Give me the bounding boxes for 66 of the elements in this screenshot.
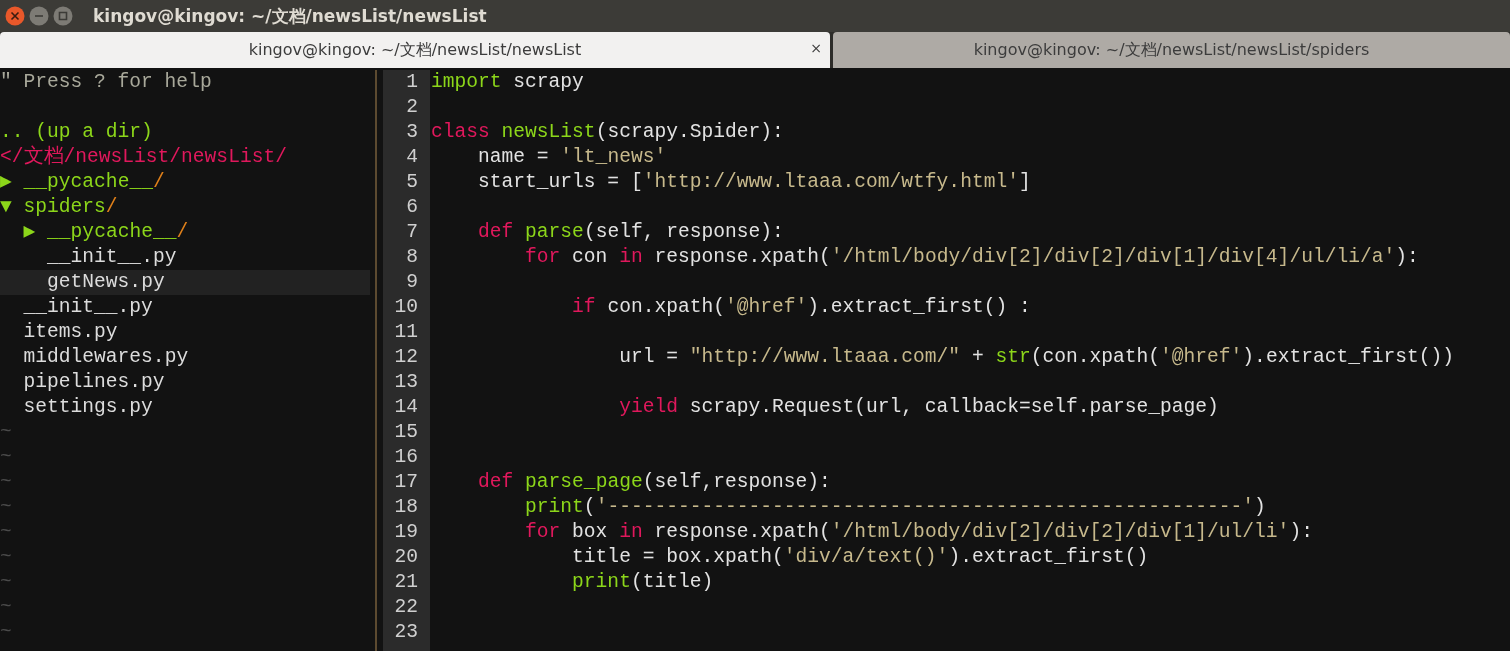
code-line: title = box.xpath('div/a/text()').extract_first(): [571, 545, 1150, 570]
line-number: 15: [393, 420, 418, 445]
empty-line-marker: ~: [0, 595, 13, 620]
window-title: kingov@kingov: ~/文档/newsList/newsList: [93, 4, 487, 28]
tree-item[interactable]: items.py: [0, 320, 370, 345]
current-path: </文档/newsList/newsList/: [0, 145, 288, 170]
line-number: 23: [393, 620, 418, 645]
empty-line-marker: ~: [0, 570, 13, 595]
help-text: " Press ? for help: [0, 70, 213, 95]
tree-item[interactable]: __init__.py: [0, 295, 370, 320]
line-number: 19: [393, 520, 418, 545]
terminal-tab[interactable]: kingov@kingov: ~/文档/newsList/newsList/spiders: [833, 32, 1510, 68]
line-number: 12: [393, 345, 418, 370]
empty-line-marker: ~: [0, 520, 13, 545]
tree-item[interactable]: ▶ __pycache__/: [0, 170, 370, 195]
empty-line-marker: ~: [0, 445, 13, 470]
code-line: if con.xpath('@href').extract_first() :: [571, 295, 1032, 320]
code-line: for con in response.xpath('/html/body/div[2]/div[2]/div[1]/div[4]/ul/li/a'):: [524, 245, 1420, 270]
tree-item[interactable]: pipelines.py: [0, 370, 370, 395]
line-number: 10: [393, 295, 418, 320]
line-number: 1: [405, 70, 418, 95]
maximize-button[interactable]: [53, 6, 73, 26]
minimize-button[interactable]: [29, 6, 49, 26]
line-number: 11: [393, 320, 418, 345]
tree-item[interactable]: middlewares.py: [0, 345, 370, 370]
code-line: yield scrapy.Request(url, callback=self.parse_page): [618, 395, 1220, 420]
empty-line-marker: ~: [0, 545, 13, 570]
terminal-tab[interactable]: kingov@kingov: ~/文档/newsList/newsList ×: [0, 32, 830, 68]
code-line: def parse(self, response):: [477, 220, 785, 245]
tree-item[interactable]: getNews.py: [0, 270, 370, 295]
parent-dir-link[interactable]: .. (up a dir): [0, 120, 370, 145]
code-line: import scrapy: [431, 70, 585, 95]
tree-item[interactable]: ▶ __pycache__/: [0, 220, 370, 245]
code-line: url = "http://www.ltaaa.com/" + str(con.xpath('@href').extract_first()): [618, 345, 1454, 370]
line-number: 7: [405, 220, 418, 245]
empty-line-marker: ~: [0, 420, 13, 445]
close-tab-button[interactable]: ×: [810, 40, 822, 56]
empty-line-marker: ~: [0, 620, 13, 645]
code-line: name = 'lt_news': [477, 145, 668, 170]
code-line: def parse_page(self,response):: [477, 470, 832, 495]
line-number: 16: [393, 445, 418, 470]
empty-line-marker: ~: [0, 470, 13, 495]
line-number: 14: [393, 395, 418, 420]
line-number: 13: [393, 370, 418, 395]
empty-line-marker: ~: [0, 495, 13, 520]
code-line: print(title): [571, 570, 715, 595]
line-number: 22: [393, 595, 418, 620]
code-line: class newsList(scrapy.Spider):: [431, 120, 785, 145]
line-number: 5: [405, 170, 418, 195]
line-number: 8: [405, 245, 418, 270]
line-number: 2: [405, 95, 418, 120]
line-number: 6: [405, 195, 418, 220]
line-number: 4: [405, 145, 418, 170]
close-button[interactable]: [5, 6, 25, 26]
tree-item[interactable]: ▼ spiders/: [0, 195, 370, 220]
code-line: for box in response.xpath('/html/body/div[2]/div[2]/div[1]/ul/li'):: [524, 520, 1314, 545]
tree-item[interactable]: settings.py: [0, 395, 370, 420]
code-line: print('------------------------------------------------------'): [524, 495, 1267, 520]
line-number: 20: [393, 545, 418, 570]
line-number: 21: [393, 570, 418, 595]
line-number: 9: [405, 270, 418, 295]
line-number: 17: [393, 470, 418, 495]
tree-item[interactable]: __init__.py: [0, 245, 370, 270]
line-number: 18: [393, 495, 418, 520]
line-number: 3: [405, 120, 418, 145]
code-line: start_urls = ['http://www.ltaaa.com/wtfy.html']: [477, 170, 1032, 195]
